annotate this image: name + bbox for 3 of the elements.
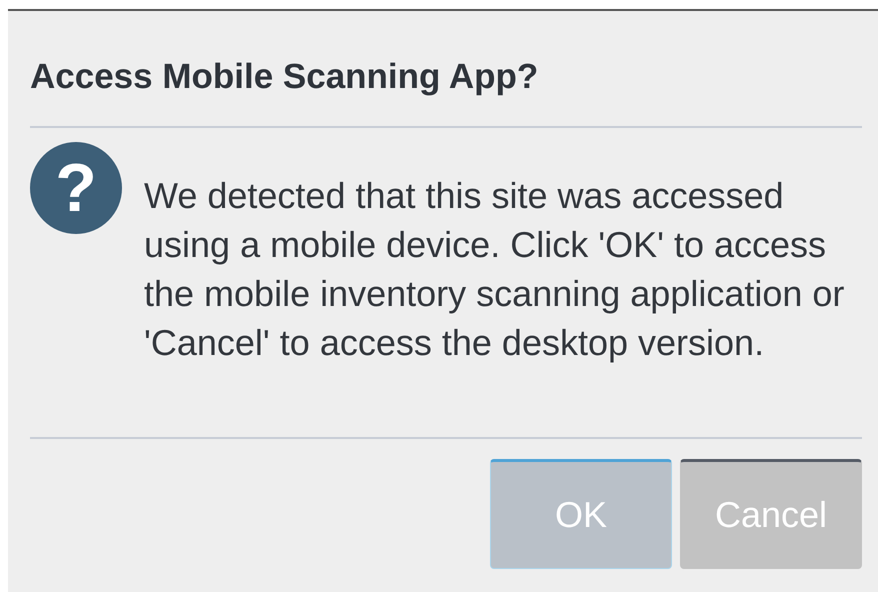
- dialog-title: Access Mobile Scanning App?: [30, 56, 540, 98]
- dialog-message: We detected that this site was accessed using a mobile device. Click 'OK' to access the mobile inventory scanning application or 'Cancel' to access the desktop version.: [144, 174, 846, 365]
- question-icon: ?: [30, 142, 122, 234]
